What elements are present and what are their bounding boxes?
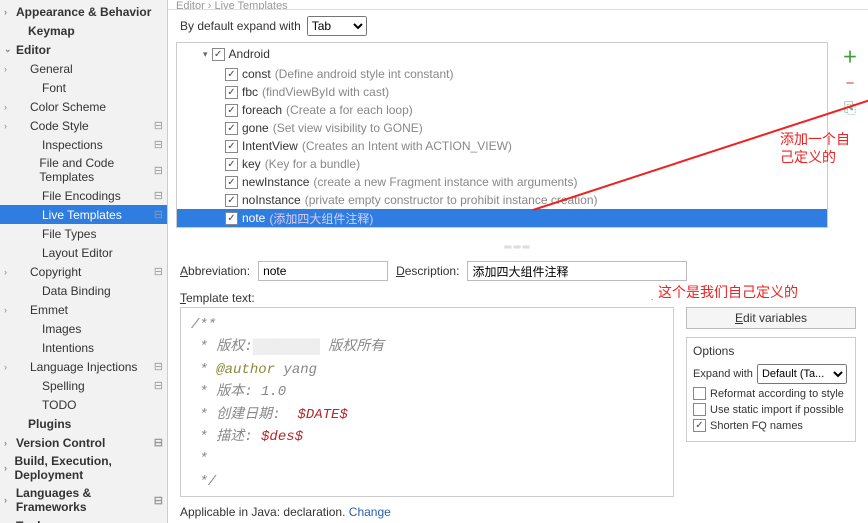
- sidebar-item-general[interactable]: ›General: [0, 59, 167, 78]
- main-panel: Editor › Live Templates By default expan…: [168, 0, 868, 523]
- group-checkbox[interactable]: ✓: [212, 48, 225, 61]
- abbr-label: Abbreviation:: [180, 264, 250, 278]
- reformat-label: Reformat according to style: [710, 388, 844, 400]
- static-import-checkbox[interactable]: [693, 403, 706, 416]
- collapse-icon[interactable]: ▾: [203, 49, 208, 60]
- sidebar-item-emmet[interactable]: ›Emmet: [0, 300, 167, 319]
- sidebar-item-intentions[interactable]: Intentions: [0, 338, 167, 357]
- group-label: Android: [229, 47, 270, 61]
- desc-label: Description:: [396, 264, 459, 278]
- tree-toolbar: ＋ − ⎘: [836, 42, 864, 240]
- template-text-area[interactable]: /** * 版权:████████ 版权所有 * @author yang * …: [180, 307, 674, 497]
- sidebar-item-data-binding[interactable]: Data Binding: [0, 281, 167, 300]
- sidebar-item-color-scheme[interactable]: ›Color Scheme: [0, 97, 167, 116]
- reformat-checkbox[interactable]: [693, 387, 706, 400]
- desc-input[interactable]: [467, 261, 687, 281]
- expand-with-label: Expand with: [693, 368, 753, 380]
- sidebar-item-version-control[interactable]: ›Version Control⊟: [0, 433, 167, 452]
- sidebar-item-inspections[interactable]: Inspections⊟: [0, 135, 167, 154]
- sidebar-item-plugins[interactable]: Plugins: [0, 414, 167, 433]
- template-checkbox[interactable]: ✓: [225, 86, 238, 99]
- breadcrumb: Editor › Live Templates: [168, 0, 868, 10]
- settings-sidebar: ›Appearance & BehaviorKeymap⌄Editor›Gene…: [0, 0, 168, 523]
- abbr-input[interactable]: [258, 261, 388, 281]
- sidebar-item-todo[interactable]: TODO: [0, 395, 167, 414]
- template-checkbox[interactable]: ✓: [225, 104, 238, 117]
- sidebar-item-languages-frameworks[interactable]: ›Languages & Frameworks⊟: [0, 484, 167, 516]
- template-IntentView[interactable]: ✓ IntentView (Creates an Intent with ACT…: [177, 137, 827, 155]
- template-checkbox[interactable]: ✓: [225, 158, 238, 171]
- template-checkbox[interactable]: ✓: [225, 68, 238, 81]
- template-foreach[interactable]: ✓ foreach (Create a for each loop): [177, 101, 827, 119]
- shorten-fq-checkbox[interactable]: ✓: [693, 419, 706, 432]
- template-const[interactable]: ✓ const (Define android style int consta…: [177, 65, 827, 83]
- template-gone[interactable]: ✓ gone (Set view visibility to GONE): [177, 119, 827, 137]
- edit-variables-button[interactable]: Edit variables: [686, 307, 856, 329]
- template-text-label2: emplate text:: [186, 291, 255, 305]
- sidebar-item-layout-editor[interactable]: Layout Editor: [0, 243, 167, 262]
- sidebar-item-spelling[interactable]: Spelling⊟: [0, 376, 167, 395]
- template-checkbox[interactable]: ✓: [225, 122, 238, 135]
- template-newInstance[interactable]: ✓ newInstance (create a new Fragment ins…: [177, 173, 827, 191]
- templates-tree[interactable]: ▾ ✓ Android ✓ const (Define android styl…: [176, 42, 828, 228]
- sidebar-item-file-types[interactable]: File Types: [0, 224, 167, 243]
- shorten-fq-label: Shorten FQ names: [710, 420, 803, 432]
- sidebar-item-live-templates[interactable]: Live Templates⊟: [0, 205, 167, 224]
- expand-with-select[interactable]: Default (Ta...: [757, 364, 847, 384]
- copy-button[interactable]: ⎘: [844, 100, 856, 117]
- sidebar-item-keymap[interactable]: Keymap: [0, 21, 167, 40]
- sidebar-item-file-and-code-templates[interactable]: File and Code Templates⊟: [0, 154, 167, 186]
- template-checkbox[interactable]: ✓: [225, 194, 238, 207]
- template-noInstance[interactable]: ✓ noInstance (private empty constructor …: [177, 191, 827, 209]
- sidebar-item-editor[interactable]: ⌄Editor: [0, 40, 167, 59]
- sidebar-item-font[interactable]: Font: [0, 78, 167, 97]
- change-context-link[interactable]: Change: [349, 505, 391, 519]
- template-note[interactable]: ✓ note (添加四大组件注释): [177, 209, 827, 227]
- tree-group-android[interactable]: ▾ ✓ Android: [177, 43, 827, 65]
- template-fbc[interactable]: ✓ fbc (findViewById with cast): [177, 83, 827, 101]
- sidebar-item-images[interactable]: Images: [0, 319, 167, 338]
- sidebar-item-build-execution-deployment[interactable]: ›Build, Execution, Deployment: [0, 452, 167, 484]
- options-panel: Options Expand with Default (Ta... Refor…: [686, 337, 856, 442]
- template-checkbox[interactable]: ✓: [225, 176, 238, 189]
- template-key[interactable]: ✓ key (Key for a bundle): [177, 155, 827, 173]
- sidebar-item-tools[interactable]: ›Tools: [0, 516, 167, 523]
- template-rgS[interactable]: ✓ rgS (get a String from resources): [177, 227, 827, 228]
- template-checkbox[interactable]: ✓: [225, 140, 238, 153]
- sidebar-item-copyright[interactable]: ›Copyright⊟: [0, 262, 167, 281]
- options-title: Options: [693, 344, 849, 358]
- expand-select[interactable]: Tab: [307, 16, 367, 36]
- remove-button[interactable]: −: [846, 75, 855, 92]
- sidebar-item-code-style[interactable]: ›Code Style⊟: [0, 116, 167, 135]
- static-import-label: Use static import if possible: [710, 404, 844, 416]
- expand-label: By default expand with: [180, 19, 301, 33]
- sidebar-item-language-injections[interactable]: ›Language Injections⊟: [0, 357, 167, 376]
- sidebar-item-appearance-behavior[interactable]: ›Appearance & Behavior: [0, 2, 167, 21]
- sidebar-item-file-encodings[interactable]: File Encodings⊟: [0, 186, 167, 205]
- applicable-text: Applicable in Java: declaration.: [180, 505, 345, 519]
- add-button[interactable]: ＋: [842, 46, 857, 67]
- template-checkbox[interactable]: ✓: [225, 212, 238, 225]
- drag-handle[interactable]: ═══: [168, 242, 868, 253]
